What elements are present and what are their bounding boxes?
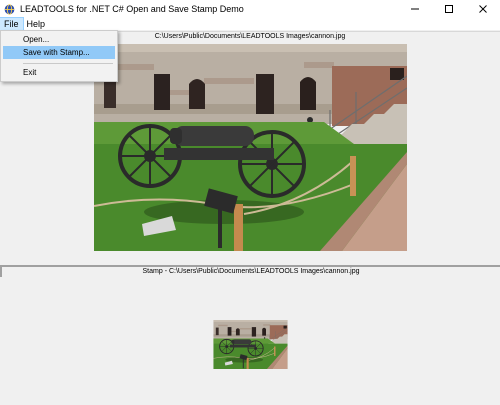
file-menu-dropdown: Open... Save with Stamp... Exit: [0, 30, 118, 82]
cannon-thumbnail: [213, 320, 288, 369]
close-button[interactable]: [466, 0, 500, 18]
menu-help[interactable]: Help: [23, 18, 50, 30]
menu-item-open[interactable]: Open...: [3, 33, 115, 46]
cannon-photo: [94, 44, 407, 251]
close-icon: [479, 5, 487, 13]
maximize-button[interactable]: [432, 0, 466, 18]
stamp-path-caption: Stamp - C:\Users\Public\Documents\LEADTO…: [0, 265, 500, 277]
stamp-panel: Stamp - C:\Users\Public\Documents\LEADTO…: [0, 265, 500, 405]
minimize-icon: [411, 8, 419, 10]
leadtools-globe-icon: [4, 3, 15, 15]
maximize-icon: [445, 5, 453, 13]
menu-separator: [23, 63, 113, 64]
menu-file[interactable]: File: [0, 17, 24, 31]
menu-bar: File Help: [0, 17, 500, 31]
menu-item-exit[interactable]: Exit: [3, 66, 115, 79]
title-bar: LEADTOOLS for .NET C# Open and Save Stam…: [0, 0, 500, 18]
minimize-button[interactable]: [398, 0, 432, 18]
window-title: LEADTOOLS for .NET C# Open and Save Stam…: [20, 4, 244, 14]
menu-item-save-with-stamp[interactable]: Save with Stamp...: [3, 46, 115, 59]
